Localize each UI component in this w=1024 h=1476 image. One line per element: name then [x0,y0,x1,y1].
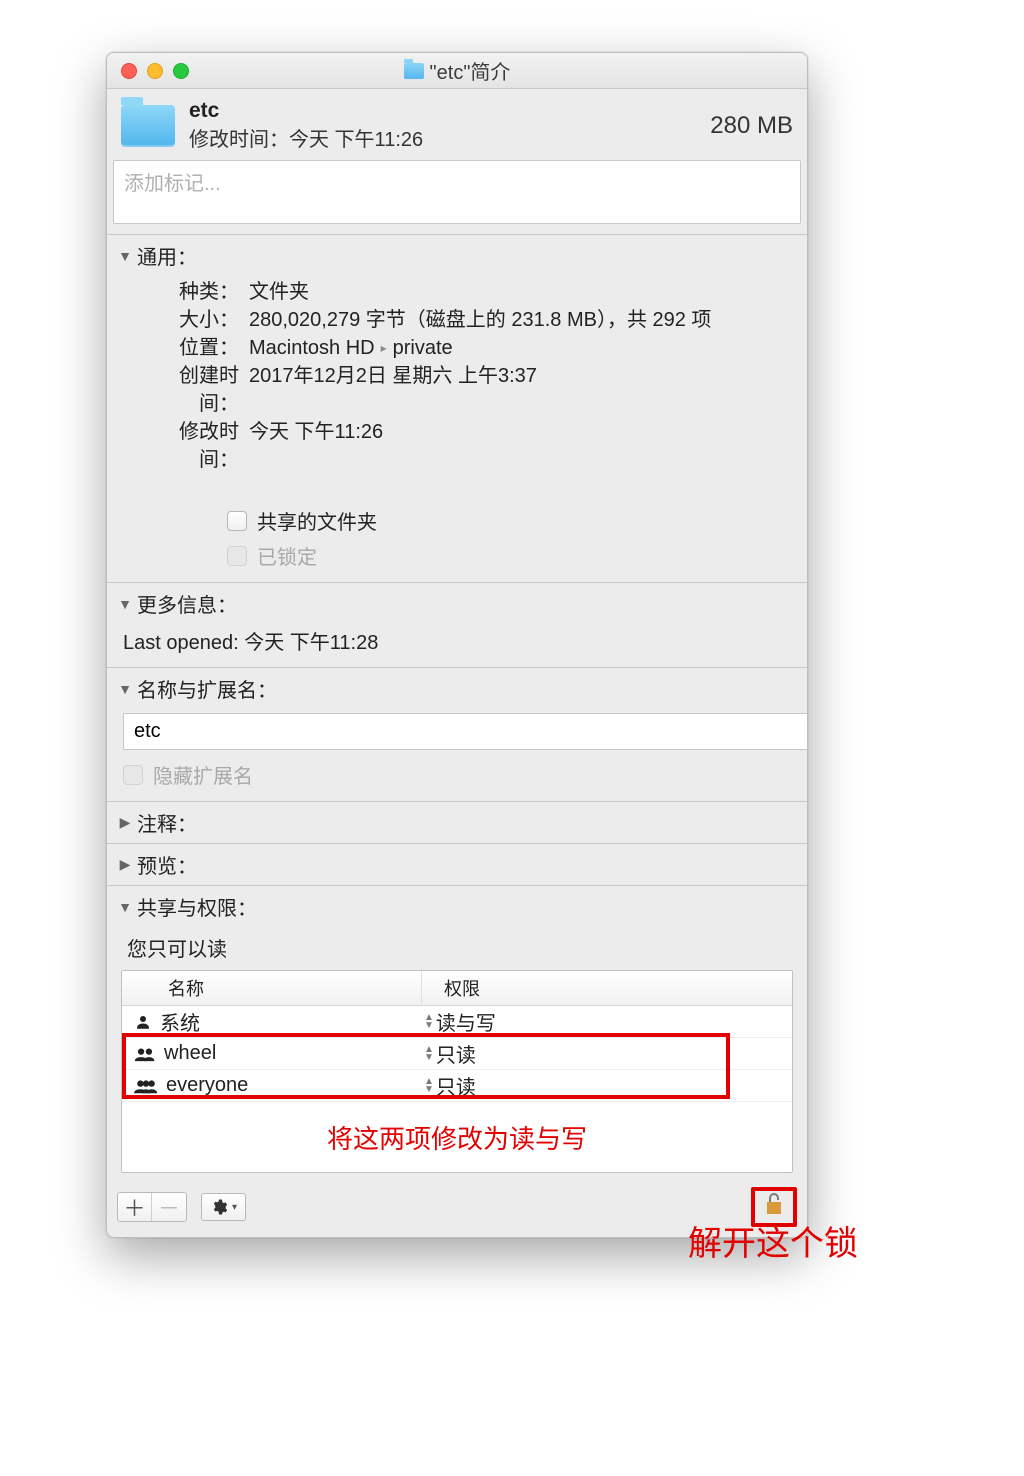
section-more-info-toggle[interactable]: ▼ 更多信息： [107,583,807,624]
created-value: 2017年12月2日 星期六 上午3:37 [249,362,537,418]
zoom-button[interactable] [173,63,189,79]
permissions-table: 名称 权限 系统 ▲▼ 读与写 [121,970,793,1173]
header-info: etc 修改时间：今天 下午11:26 [189,99,696,152]
stepper-icon[interactable]: ▲▼ [424,1014,434,1030]
titlebar: "etc"简介 [107,53,807,89]
permissions-header: 名称 权限 [122,971,792,1006]
item-name: etc [189,99,696,123]
disclosure-right-icon: ▶ [117,814,133,831]
col-privilege: 权限 [422,971,792,1005]
section-more-info: ▼ 更多信息： Last opened: 今天 下午11:28 [107,582,807,667]
annotation-unlock-text: 解开这个锁 [688,1216,858,1265]
locked-checkbox [227,546,247,566]
person-icon [134,1013,152,1031]
disclosure-down-icon: ▼ [117,596,133,612]
disclosure-down-icon: ▼ [117,248,133,264]
folder-icon [121,105,175,147]
disclosure-right-icon: ▶ [117,856,133,873]
name-ext-input[interactable] [123,713,808,750]
disclosure-down-icon: ▼ [117,899,133,915]
section-sharing-title: 共享与权限： [137,892,257,921]
section-preview-title: 预览： [137,850,197,879]
add-remove-group: ＋ － [117,1192,187,1222]
item-size: 280 MB [710,112,793,140]
section-comments: ▶ 注释： [107,801,807,843]
kind-label: 种类： [147,278,239,306]
modified-time: 修改时间：今天 下午11:26 [189,123,696,152]
created-label: 创建时间： [147,362,239,418]
section-general-toggle[interactable]: ▼ 通用： [107,235,807,276]
section-preview: ▶ 预览： [107,843,807,885]
window-title: "etc"简介 [107,56,807,85]
add-button[interactable]: ＋ [118,1193,152,1221]
disclosure-down-icon: ▼ [117,681,133,697]
hide-extension-checkbox [123,765,143,785]
section-preview-toggle[interactable]: ▶ 预览： [107,844,807,885]
window-controls [107,63,189,79]
path-separator-icon: ▸ [381,334,387,362]
section-sharing: ▼ 共享与权限： 您只可以读 名称 权限 系统 [107,885,807,1237]
last-opened: Last opened: 今天 下午11:28 [123,626,791,655]
folder-icon [404,63,424,79]
section-name-ext-title: 名称与扩展名： [137,674,277,703]
shared-folder-label: 共享的文件夹 [257,506,377,535]
remove-button[interactable]: － [152,1193,186,1221]
row-name: 系统 [160,1007,200,1036]
section-name-ext-toggle[interactable]: ▼ 名称与扩展名： [107,668,807,709]
close-button[interactable] [121,63,137,79]
size-value: 280,020,279 字节（磁盘上的 231.8 MB），共 292 项 [249,306,711,334]
section-more-info-title: 更多信息： [137,589,237,618]
gear-icon [210,1198,228,1216]
header: etc 修改时间：今天 下午11:26 280 MB [107,89,807,160]
col-name: 名称 [122,971,422,1005]
section-name-ext: ▼ 名称与扩展名： 隐藏扩展名 [107,667,807,801]
chevron-down-icon: ▾ [232,1202,237,1213]
modified-label: 修改时间： [147,418,239,474]
row-priv: 读与写 [436,1007,496,1036]
where-path-1: Macintosh HD [249,334,375,362]
tags-input[interactable]: 添加标记... [113,160,801,224]
window-title-text: "etc"简介 [430,56,511,85]
section-comments-title: 注释： [137,808,197,837]
shared-folder-checkbox[interactable] [227,511,247,531]
section-general-title: 通用： [137,241,197,270]
where-value: Macintosh HD ▸ private [249,334,453,362]
section-comments-toggle[interactable]: ▶ 注释： [107,802,807,843]
action-menu-button[interactable]: ▾ [201,1193,246,1221]
annotation-rows-text: 将这两项修改为读与写 [122,1102,792,1172]
modified-value: 今天 下午11:26 [249,418,383,474]
minimize-button[interactable] [147,63,163,79]
info-window: "etc"简介 etc 修改时间：今天 下午11:26 280 MB 添加标记.… [106,52,808,1238]
kind-value: 文件夹 [249,278,309,306]
hide-extension-label: 隐藏扩展名 [153,760,253,789]
where-path-2: private [393,334,453,362]
annotation-highlight-rows [122,1033,730,1099]
section-sharing-toggle[interactable]: ▼ 共享与权限： [107,886,807,927]
sharing-note: 您只可以读 [121,931,793,970]
where-label: 位置： [147,334,239,362]
locked-label: 已锁定 [257,541,317,570]
section-general: ▼ 通用： 种类： 文件夹 大小： 280,020,279 字节（磁盘上的 23… [107,234,807,582]
size-label: 大小： [147,306,239,334]
